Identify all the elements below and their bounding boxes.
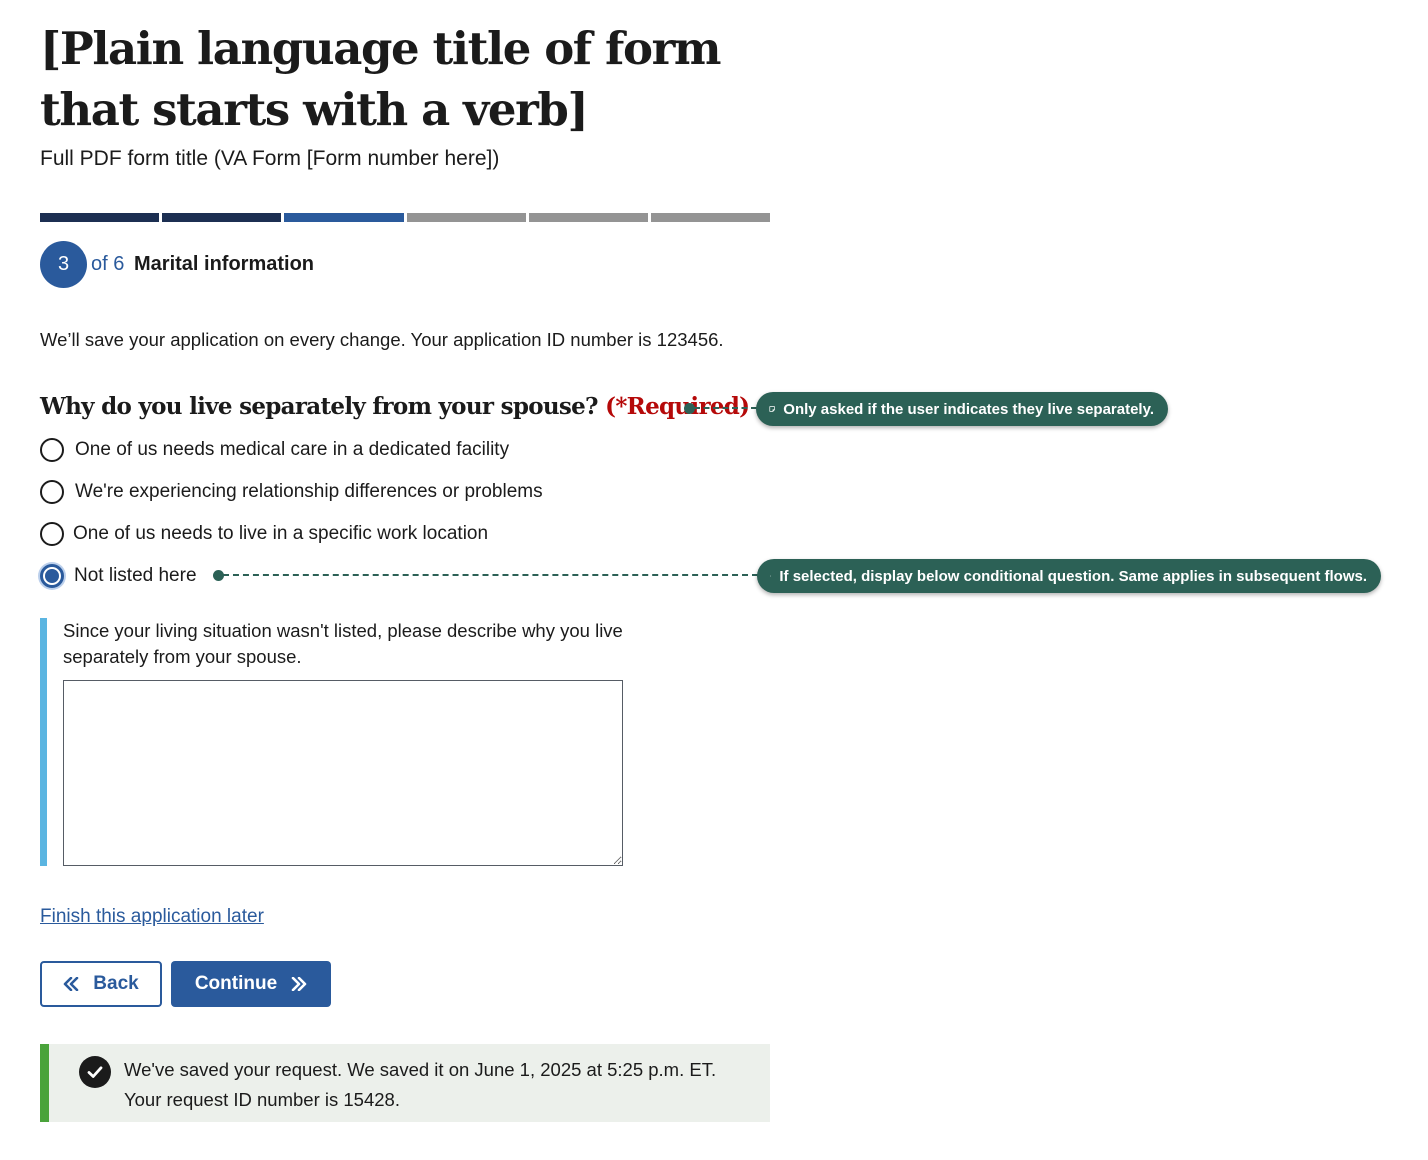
- alert-request-id: Your request ID number is 15428.: [124, 1089, 400, 1110]
- radio-label[interactable]: One of us needs medical care in a dedica…: [75, 438, 509, 462]
- success-alert-text: We've saved your request. We saved it on…: [124, 1055, 744, 1115]
- step-count: of 6: [91, 253, 125, 275]
- conditional-textarea[interactable]: [63, 680, 623, 866]
- continue-button-label: Continue: [194, 973, 278, 994]
- radio-button[interactable]: [40, 480, 64, 504]
- annotation-conditional-display: If selected, display below conditional q…: [757, 559, 1381, 593]
- annotation-connector: [694, 407, 757, 409]
- radio-label[interactable]: One of us needs to live in a specific wo…: [73, 522, 488, 546]
- radio-button-selected[interactable]: [40, 564, 64, 588]
- continue-button[interactable]: Continue: [171, 961, 331, 1007]
- question-legend: Why do you live separately from your spo…: [40, 392, 750, 422]
- progress-segment-1: [40, 213, 160, 222]
- note-icon: [770, 575, 772, 577]
- step-title: Marital information: [134, 253, 315, 275]
- step-number-badge: 3: [40, 241, 87, 288]
- page-title: [Plain language title of form that start…: [40, 22, 722, 136]
- autosave-note: We’ll save your application on every cha…: [40, 329, 724, 350]
- note-icon: [769, 406, 775, 412]
- conditional-question-label: Since your living situation wasn't liste…: [63, 620, 623, 667]
- progress-segment-6: [650, 213, 771, 222]
- radio-option-work-location[interactable]: One of us needs to live in a specific wo…: [40, 522, 488, 546]
- conditional-indicator-bar: [40, 618, 47, 866]
- back-button-label: Back: [93, 973, 139, 994]
- annotation-text: If selected, display below conditional q…: [779, 567, 1367, 585]
- back-button[interactable]: Back: [40, 961, 162, 1007]
- annotation-separate-living: Only asked if the user indicates they li…: [756, 392, 1168, 426]
- chevron-double-right-icon: [291, 977, 307, 991]
- radio-option-not-listed[interactable]: Not listed here: [40, 564, 197, 588]
- question-text: Why do you live separately from your spo…: [40, 393, 599, 420]
- progress-segment-2: [162, 213, 282, 222]
- radio-button[interactable]: [40, 522, 64, 546]
- form-subtitle: Full PDF form title (VA Form [Form numbe…: [40, 147, 500, 170]
- alert-saved-message: We've saved your request. We saved it on…: [124, 1059, 717, 1080]
- chevron-double-left-icon: [63, 977, 79, 991]
- radio-label[interactable]: Not listed here: [74, 564, 197, 588]
- annotation-text: Only asked if the user indicates they li…: [783, 400, 1154, 418]
- progress-segment-5: [528, 213, 648, 222]
- radio-option-relationship[interactable]: We're experiencing relationship differen…: [40, 480, 543, 504]
- progress-segment-3: [284, 213, 404, 222]
- annotation-connector: [223, 574, 758, 576]
- radio-option-medical-care[interactable]: One of us needs medical care in a dedica…: [40, 438, 509, 462]
- finish-later-link[interactable]: Finish this application later: [40, 905, 264, 929]
- radio-button[interactable]: [40, 438, 64, 462]
- progress-segment-4: [406, 213, 526, 222]
- progress-bar: [40, 213, 771, 222]
- radio-label[interactable]: We're experiencing relationship differen…: [75, 480, 543, 504]
- check-circle-icon: [79, 1056, 111, 1088]
